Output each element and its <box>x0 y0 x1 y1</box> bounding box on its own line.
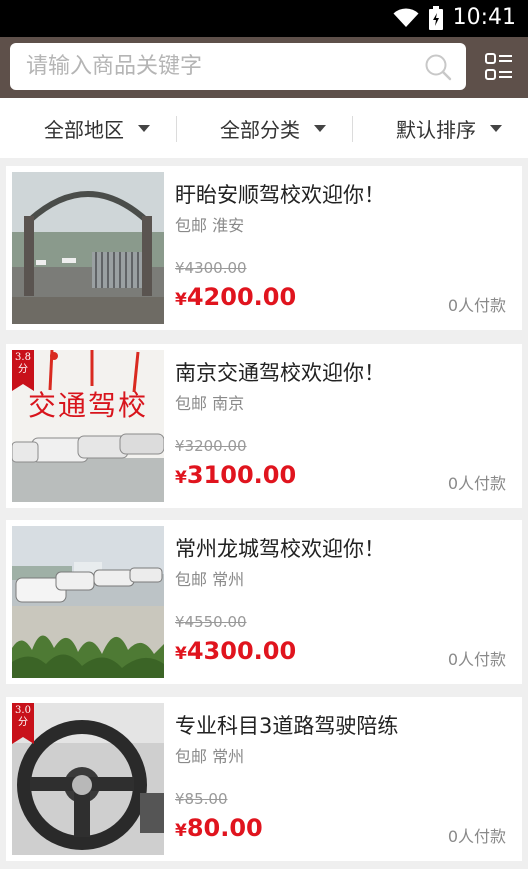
listing-card[interactable]: 盱眙安顺驾校欢迎你！ 包邮 淮安 ¥4300.00 ¥4200.00 0人付款 <box>6 166 522 330</box>
original-price: ¥4300.00 <box>175 259 247 277</box>
current-price: ¥4300.00 <box>175 635 296 670</box>
listing-title[interactable]: 常州龙城驾校欢迎你！ <box>175 535 385 563</box>
filter-bar: 全部地区 全部分类 默认排序 <box>0 98 528 158</box>
status-bar: 10:41 <box>0 0 528 37</box>
price-amount: 4300.00 <box>186 637 297 665</box>
rating-unit: 分 <box>18 364 28 375</box>
price-amount: 80.00 <box>186 814 263 842</box>
current-price: ¥3100.00 <box>175 459 296 494</box>
filter-sort[interactable]: 默认排序 <box>396 98 502 158</box>
original-price: ¥4550.00 <box>175 613 247 631</box>
chevron-down-icon <box>490 124 502 132</box>
original-price: ¥3200.00 <box>175 437 247 455</box>
shipping-label: 包邮 <box>175 747 208 766</box>
listing-image[interactable] <box>12 172 164 324</box>
current-price: ¥4200.00 <box>175 281 296 316</box>
paid-count: 0人付款 <box>447 296 506 315</box>
search-icon[interactable] <box>424 53 452 81</box>
listing-title[interactable]: 专业科目3道路驾驶陪练 <box>175 712 398 740</box>
rating-score: 3.8 <box>15 352 31 363</box>
chevron-down-icon <box>314 124 326 132</box>
currency-symbol: ¥ <box>175 468 187 488</box>
location-label: 南京 <box>212 394 245 413</box>
listing-title[interactable]: 盱眙安顺驾校欢迎你！ <box>175 181 385 209</box>
paid-count: 0人付款 <box>447 474 506 493</box>
shipping-label: 包邮 <box>175 394 208 413</box>
listing-card[interactable]: 常州龙城驾校欢迎你！ 包邮 常州 ¥4550.00 ¥4300.00 0人付款 <box>6 520 522 684</box>
status-time: 10:41 <box>452 5 516 30</box>
filter-region[interactable]: 全部地区 <box>44 98 150 158</box>
filter-divider <box>352 116 353 142</box>
paid-count: 0人付款 <box>447 827 506 846</box>
filter-sort-label: 默认排序 <box>396 117 476 142</box>
currency-symbol: ¥ <box>175 644 187 664</box>
filter-category[interactable]: 全部分类 <box>220 98 326 158</box>
currency-symbol: ¥ <box>175 821 187 841</box>
currency-symbol: ¥ <box>175 290 187 310</box>
listing-meta: 包邮 常州 <box>175 747 244 767</box>
listing-meta: 包邮 南京 <box>175 394 244 414</box>
listing-meta: 包邮 常州 <box>175 570 244 590</box>
location-label: 淮安 <box>212 216 245 235</box>
banner-text: 交通驾校 <box>27 389 148 422</box>
location-label: 常州 <box>212 747 245 766</box>
listing-meta: 包邮 淮安 <box>175 216 244 236</box>
original-price: ¥85.00 <box>175 790 228 808</box>
listing-card[interactable]: 交通驾校 3.8 分 南京交通驾校欢迎你！ 包邮 南京 ¥3200.00 ¥31… <box>6 344 522 508</box>
filter-region-label: 全部地区 <box>44 117 124 142</box>
current-price: ¥80.00 <box>175 812 263 847</box>
rating-badge: 3.8 分 <box>12 350 34 391</box>
filter-category-label: 全部分类 <box>220 117 300 142</box>
rating-badge: 3.0 分 <box>12 703 34 744</box>
listing-image[interactable] <box>12 526 164 678</box>
rating-score: 3.0 <box>15 705 31 716</box>
listing-image[interactable]: 交通驾校 3.8 分 <box>12 350 164 502</box>
shipping-label: 包邮 <box>175 216 208 235</box>
search-input[interactable]: 请输入商品关键字 <box>10 43 466 90</box>
rating-unit: 分 <box>18 717 28 728</box>
listing-title[interactable]: 南京交通驾校欢迎你！ <box>175 359 385 387</box>
wifi-icon <box>393 8 419 27</box>
paid-count: 0人付款 <box>447 650 506 669</box>
chevron-down-icon <box>138 124 150 132</box>
location-label: 常州 <box>212 570 245 589</box>
search-header: 请输入商品关键字 <box>0 37 528 98</box>
listing-image[interactable]: 3.0 分 <box>12 703 164 855</box>
price-amount: 4200.00 <box>186 283 297 311</box>
list-menu-icon[interactable] <box>484 52 514 82</box>
listing-card[interactable]: 3.0 分 专业科目3道路驾驶陪练 包邮 常州 ¥85.00 ¥80.00 0人… <box>6 697 522 861</box>
battery-icon <box>428 6 443 30</box>
search-placeholder: 请输入商品关键字 <box>26 54 203 79</box>
filter-divider <box>176 116 177 142</box>
price-amount: 3100.00 <box>186 461 297 489</box>
shipping-label: 包邮 <box>175 570 208 589</box>
